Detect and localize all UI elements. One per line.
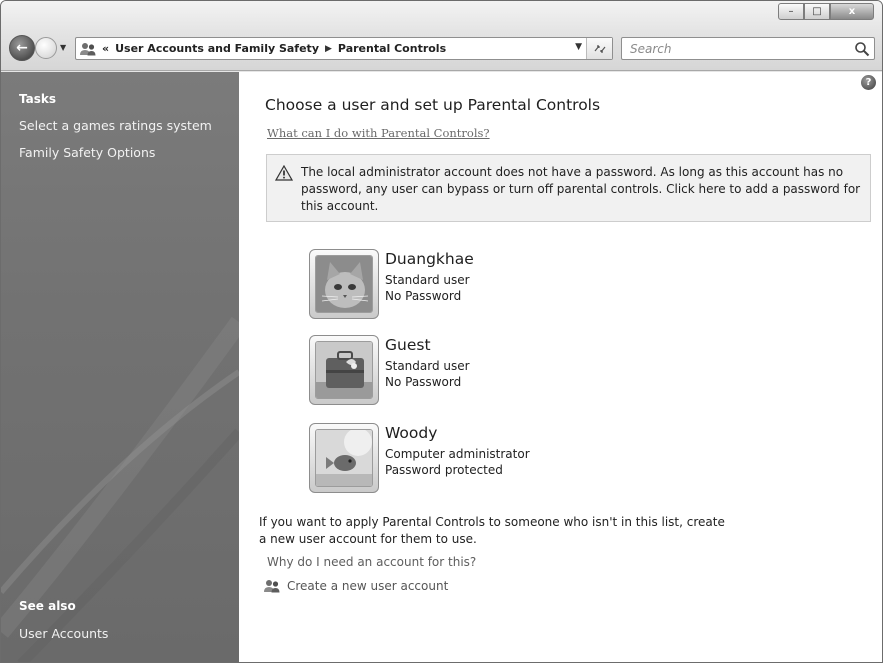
task-pane-background-swoosh	[1, 316, 239, 662]
user-password-status: No Password	[385, 375, 462, 389]
close-button[interactable]: x	[830, 3, 874, 20]
breadcrumb-overflow[interactable]: «	[102, 42, 109, 55]
create-new-user-account-link[interactable]: Create a new user account	[287, 579, 448, 593]
warning-text: The local administrator account does not…	[301, 165, 861, 213]
user-tile-duangkhae[interactable]: Duangkhae Standard user No Password	[309, 249, 639, 321]
breadcrumb-parental-controls[interactable]: Parental Controls	[338, 42, 446, 55]
warning-icon	[275, 165, 293, 181]
title-and-address-bar: – □ x ← ▼ « User Accounts and Family Saf…	[1, 1, 882, 71]
back-button[interactable]: ←	[9, 35, 35, 61]
user-type: Standard user	[385, 359, 470, 373]
control-panel-icon	[78, 40, 98, 58]
address-dropdown-icon[interactable]: ▼	[575, 42, 582, 52]
user-accounts-link[interactable]: User Accounts	[19, 626, 108, 641]
users-icon[interactable]	[263, 578, 281, 594]
user-name: Duangkhae	[385, 250, 474, 268]
why-account-link[interactable]: Why do I need an account for this?	[267, 555, 476, 569]
navigation-row: ← ▼ « User Accounts and Family Safety ▶ …	[9, 31, 875, 61]
avatar	[309, 249, 379, 319]
user-tile-woody[interactable]: Woody Computer administrator Password pr…	[309, 423, 639, 495]
new-account-note: If you want to apply Parental Controls t…	[259, 515, 725, 546]
forward-button[interactable]	[35, 37, 57, 59]
what-can-i-do-link[interactable]: What can I do with Parental Controls?	[267, 126, 490, 140]
avatar	[309, 335, 379, 405]
user-type: Standard user	[385, 273, 470, 287]
user-name: Guest	[385, 336, 431, 354]
see-also-heading: See also	[19, 599, 76, 613]
main-content: ? Choose a user and set up Parental Cont…	[239, 72, 882, 662]
parental-controls-window: – □ x ← ▼ « User Accounts and Family Saf…	[0, 0, 883, 663]
user-type: Computer administrator	[385, 447, 530, 461]
select-games-ratings-link[interactable]: Select a games ratings system	[19, 118, 212, 133]
breadcrumb-user-accounts[interactable]: User Accounts and Family Safety	[115, 42, 319, 55]
back-arrow-icon: ←	[16, 40, 28, 56]
search-placeholder: Search	[630, 42, 672, 56]
family-safety-options-link[interactable]: Family Safety Options	[19, 145, 155, 160]
kitten-picture-icon	[315, 255, 373, 313]
user-password-status: Password protected	[385, 463, 503, 477]
admin-password-warning[interactable]: The local administrator account does not…	[266, 154, 871, 222]
user-name: Woody	[385, 424, 438, 442]
search-icon[interactable]	[854, 41, 870, 57]
recent-pages-dropdown[interactable]: ▼	[60, 43, 66, 52]
maximize-button[interactable]: □	[804, 3, 830, 20]
refresh-icon	[594, 44, 605, 53]
address-bar[interactable]: « User Accounts and Family Safety ▶ Pare…	[75, 37, 613, 60]
avatar	[309, 423, 379, 493]
caption-buttons: – □ x	[778, 3, 874, 20]
refresh-button[interactable]	[586, 38, 612, 59]
fish-picture-icon	[315, 429, 373, 487]
briefcase-picture-icon	[315, 341, 373, 399]
minimize-button[interactable]: –	[778, 3, 804, 20]
search-box[interactable]: Search	[621, 37, 875, 60]
help-icon[interactable]: ?	[861, 75, 876, 90]
task-pane: Tasks Select a games ratings system Fami…	[1, 72, 239, 662]
breadcrumb-separator-icon[interactable]: ▶	[325, 44, 332, 54]
user-password-status: No Password	[385, 289, 462, 303]
page-title: Choose a user and set up Parental Contro…	[265, 96, 601, 114]
tasks-heading: Tasks	[19, 92, 57, 106]
user-tile-guest[interactable]: Guest Standard user No Password	[309, 335, 639, 407]
